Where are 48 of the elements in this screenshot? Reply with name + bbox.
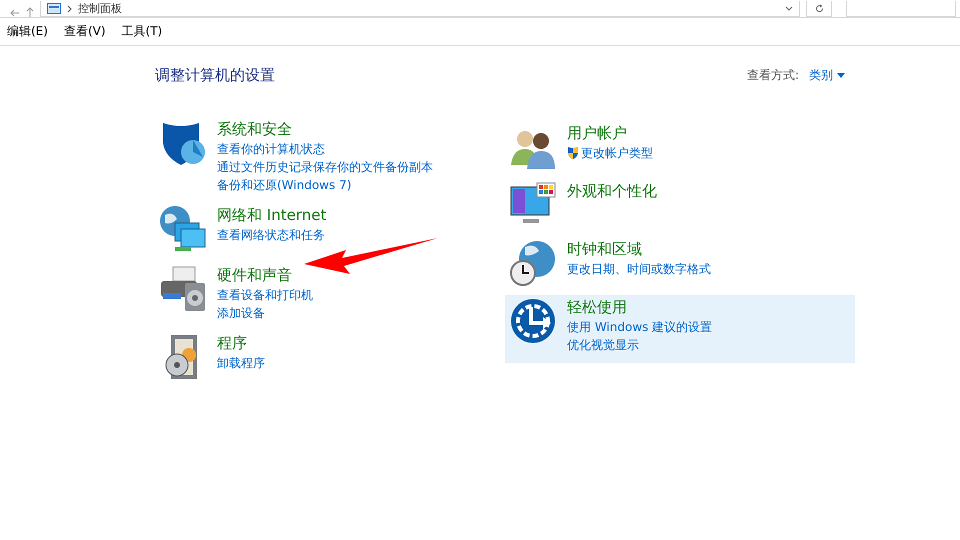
category-link[interactable]: 查看网络状态和任务 xyxy=(217,227,325,243)
refresh-button[interactable] xyxy=(806,1,832,17)
category-tile[interactable]: 网络和 Internet 查看网络状态和任务 xyxy=(155,203,505,255)
category-tile[interactable]: 时钟和区域 更改日期、时间或数字格式 xyxy=(505,237,855,289)
category-link[interactable]: 使用 Windows 建议的设置 xyxy=(567,319,712,335)
category-link[interactable]: 更改帐户类型 xyxy=(581,145,653,161)
category-tile[interactable]: 程序 卸载程序 xyxy=(155,331,505,383)
category-link[interactable]: 卸载程序 xyxy=(217,355,265,371)
view-by-label: 查看方式: xyxy=(746,67,799,84)
accessibility-icon xyxy=(509,297,557,345)
globe-clock-icon xyxy=(509,239,557,287)
category-link[interactable]: 通过文件历史记录保存你的文件备份副本 xyxy=(217,159,433,175)
search-field[interactable] xyxy=(846,1,956,17)
folder-icon xyxy=(47,3,61,14)
category-link[interactable]: 备份和还原(Windows 7) xyxy=(217,177,352,193)
caret-icon xyxy=(837,73,845,78)
category-link[interactable]: 查看设备和打印机 xyxy=(217,287,313,303)
refresh-icon xyxy=(814,4,824,13)
address-bar[interactable]: 控制面板 xyxy=(40,1,800,17)
menu-item[interactable]: 工具(T) xyxy=(122,23,162,40)
category-title[interactable]: 硬件和声音 xyxy=(217,265,313,285)
category-title[interactable]: 程序 xyxy=(217,333,265,353)
category-tile[interactable]: 硬件和声音 查看设备和打印机 添加设备 xyxy=(155,263,505,323)
back-arrow-icon[interactable] xyxy=(10,9,20,17)
chevron-icon xyxy=(67,4,72,12)
printer-speaker-icon xyxy=(159,265,207,313)
category-title[interactable]: 外观和个性化 xyxy=(567,181,657,201)
menu-item[interactable]: 编辑(E) xyxy=(7,23,48,40)
category-link[interactable]: 添加设备 xyxy=(217,305,265,321)
category-title[interactable]: 系统和安全 xyxy=(217,119,433,139)
view-by-dropdown[interactable]: 类别 xyxy=(809,67,845,84)
category-tile[interactable]: 外观和个性化 xyxy=(505,179,855,231)
up-arrow-icon[interactable] xyxy=(26,7,34,17)
shield-icon xyxy=(567,146,579,160)
category-title[interactable]: 用户帐户 xyxy=(567,123,653,143)
category-title[interactable]: 时钟和区域 xyxy=(567,239,711,259)
category-link[interactable]: 查看你的计算机状态 xyxy=(217,141,325,157)
globe-monitor-icon xyxy=(159,205,207,253)
category-title[interactable]: 网络和 Internet xyxy=(217,205,326,225)
category-tile[interactable]: 轻松使用 使用 Windows 建议的设置 优化视觉显示 xyxy=(505,295,855,363)
category-tile[interactable]: 用户帐户 更改帐户类型 xyxy=(505,121,855,173)
category-link[interactable]: 优化视觉显示 xyxy=(567,337,639,353)
menu-item[interactable]: 查看(V) xyxy=(64,23,106,40)
category-link[interactable]: 更改日期、时间或数字格式 xyxy=(567,261,711,277)
category-tile[interactable]: 系统和安全 查看你的计算机状态 通过文件历史记录保存你的文件备份副本 备份和还原(Windows 7) xyxy=(155,117,505,195)
category-title[interactable]: 轻松使用 xyxy=(567,297,712,317)
page-heading: 调整计算机的设置 xyxy=(155,66,275,85)
dropdown-icon[interactable] xyxy=(785,6,793,11)
